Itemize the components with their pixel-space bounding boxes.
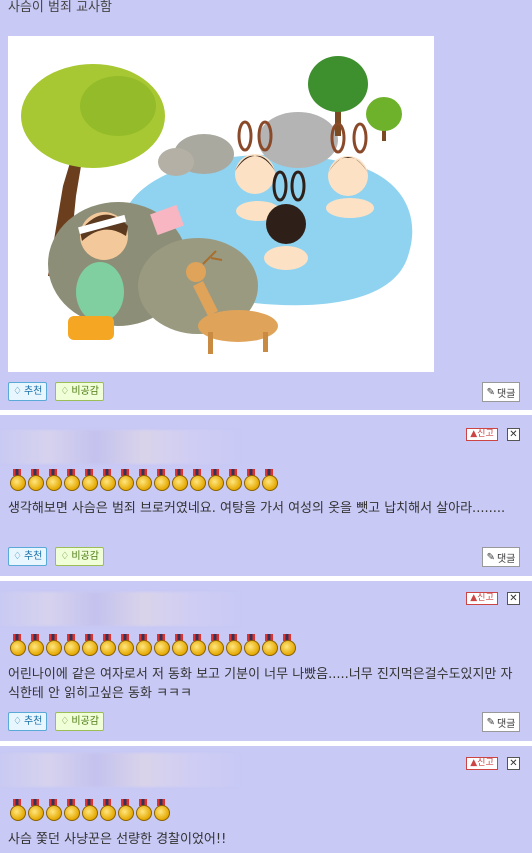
medal-icon	[26, 799, 44, 821]
medal-icon	[260, 634, 278, 656]
medal-icon	[242, 469, 260, 491]
comment-header-2: ▲ 신고 ✕	[0, 584, 532, 626]
medal-icon	[224, 469, 242, 491]
medal-icon	[80, 469, 98, 491]
medal-icon	[116, 799, 134, 821]
medal-icon	[80, 799, 98, 821]
report-button[interactable]: ▲ 신고	[466, 428, 498, 441]
medal-icon	[170, 469, 188, 491]
medal-icon	[8, 634, 26, 656]
separator	[0, 576, 532, 581]
recommend-button[interactable]: ♢ 추천	[8, 712, 48, 731]
comment-action-bar: ♢ 추천 ♢ 비공감	[8, 712, 104, 732]
medal-icon	[206, 469, 224, 491]
close-button[interactable]: ✕	[507, 592, 520, 605]
medal-icon	[8, 469, 26, 491]
comment-text: 생각해보면 사슴은 범죄 브로커였네요. 여탕을 가서 여성의 옷을 뺏고 납치…	[8, 501, 506, 516]
siren-icon: ▲	[470, 593, 478, 603]
close-button[interactable]: ✕	[507, 757, 520, 770]
medal-icon	[260, 469, 278, 491]
reply-button[interactable]: ✎ 댓글	[482, 382, 520, 402]
medal-row	[8, 469, 278, 491]
reply-button[interactable]: ✎ 댓글	[482, 547, 520, 567]
post-image-woodcutter-and-fairy	[8, 36, 434, 372]
medal-icon	[62, 634, 80, 656]
nonempathy-icon: ♢	[60, 716, 70, 727]
nonempathy-button[interactable]: ♢ 비공감	[55, 712, 104, 731]
medal-icon	[134, 469, 152, 491]
report-button[interactable]: ▲ 신고	[466, 757, 498, 770]
close-button[interactable]: ✕	[507, 428, 520, 441]
medal-icon	[44, 799, 62, 821]
medal-icon	[242, 634, 260, 656]
medal-icon	[98, 469, 116, 491]
report-button[interactable]: ▲ 신고	[466, 592, 498, 605]
medal-icon	[224, 634, 242, 656]
medal-icon	[98, 799, 116, 821]
medal-icon	[170, 634, 188, 656]
comment-action-bar: ♢ 추천 ♢ 비공감	[8, 547, 104, 567]
recommend-button[interactable]: ♢ 추천	[8, 547, 48, 566]
blurred-author-name	[0, 753, 240, 787]
medal-icon	[278, 634, 296, 656]
medal-icon	[206, 634, 224, 656]
medal-icon	[44, 634, 62, 656]
illustration-svg	[8, 36, 434, 372]
medal-icon	[26, 469, 44, 491]
medal-icon	[62, 469, 80, 491]
medal-icon	[152, 634, 170, 656]
recommend-icon: ♢	[13, 551, 22, 562]
blurred-author-name	[0, 430, 240, 464]
blurred-author-name	[0, 592, 240, 626]
reply-button[interactable]: ✎ 댓글	[482, 712, 520, 732]
reply-icon: ✎	[486, 551, 495, 563]
nonempathy-button[interactable]: ♢ 비공감	[55, 547, 104, 566]
reply-icon: ✎	[486, 386, 495, 398]
comment-header-3: ▲ 신고 ✕	[0, 749, 532, 789]
medal-row	[8, 799, 170, 821]
medal-icon	[134, 634, 152, 656]
comment-text: 사슴 쫓던 사냥꾼은 선량한 경찰이었어!!	[8, 832, 227, 847]
medal-icon	[188, 634, 206, 656]
reply-icon: ✎	[486, 716, 495, 728]
siren-icon: ▲	[470, 758, 478, 768]
recommend-button[interactable]: ♢ 추천	[8, 382, 48, 401]
separator	[0, 741, 532, 746]
medal-icon	[80, 634, 98, 656]
recommend-icon: ♢	[13, 386, 22, 397]
comment-text: 어린나이에 같은 여자로서 저 동화 보고 기분이 너무 나빴음.....너무 …	[8, 667, 513, 701]
medal-row	[8, 634, 296, 656]
nonempathy-button[interactable]: ♢ 비공감	[55, 382, 104, 401]
medal-icon	[62, 799, 80, 821]
nonempathy-icon: ♢	[60, 551, 70, 562]
post-action-bar: ♢ 추천 ♢ 비공감	[8, 382, 104, 402]
medal-icon	[116, 469, 134, 491]
medal-icon	[44, 469, 62, 491]
medal-icon	[188, 469, 206, 491]
siren-icon: ▲	[470, 429, 478, 439]
separator	[0, 410, 532, 415]
medal-icon	[134, 799, 152, 821]
post-title: 사슴이 범죄 교사함	[8, 0, 112, 15]
medal-icon	[98, 634, 116, 656]
medal-icon	[116, 634, 134, 656]
medal-icon	[152, 799, 170, 821]
medal-icon	[8, 799, 26, 821]
recommend-icon: ♢	[13, 716, 22, 727]
comment-header-1: ▲ 신고 ✕	[0, 418, 532, 464]
medal-icon	[152, 469, 170, 491]
nonempathy-icon: ♢	[60, 386, 70, 397]
medal-icon	[26, 634, 44, 656]
